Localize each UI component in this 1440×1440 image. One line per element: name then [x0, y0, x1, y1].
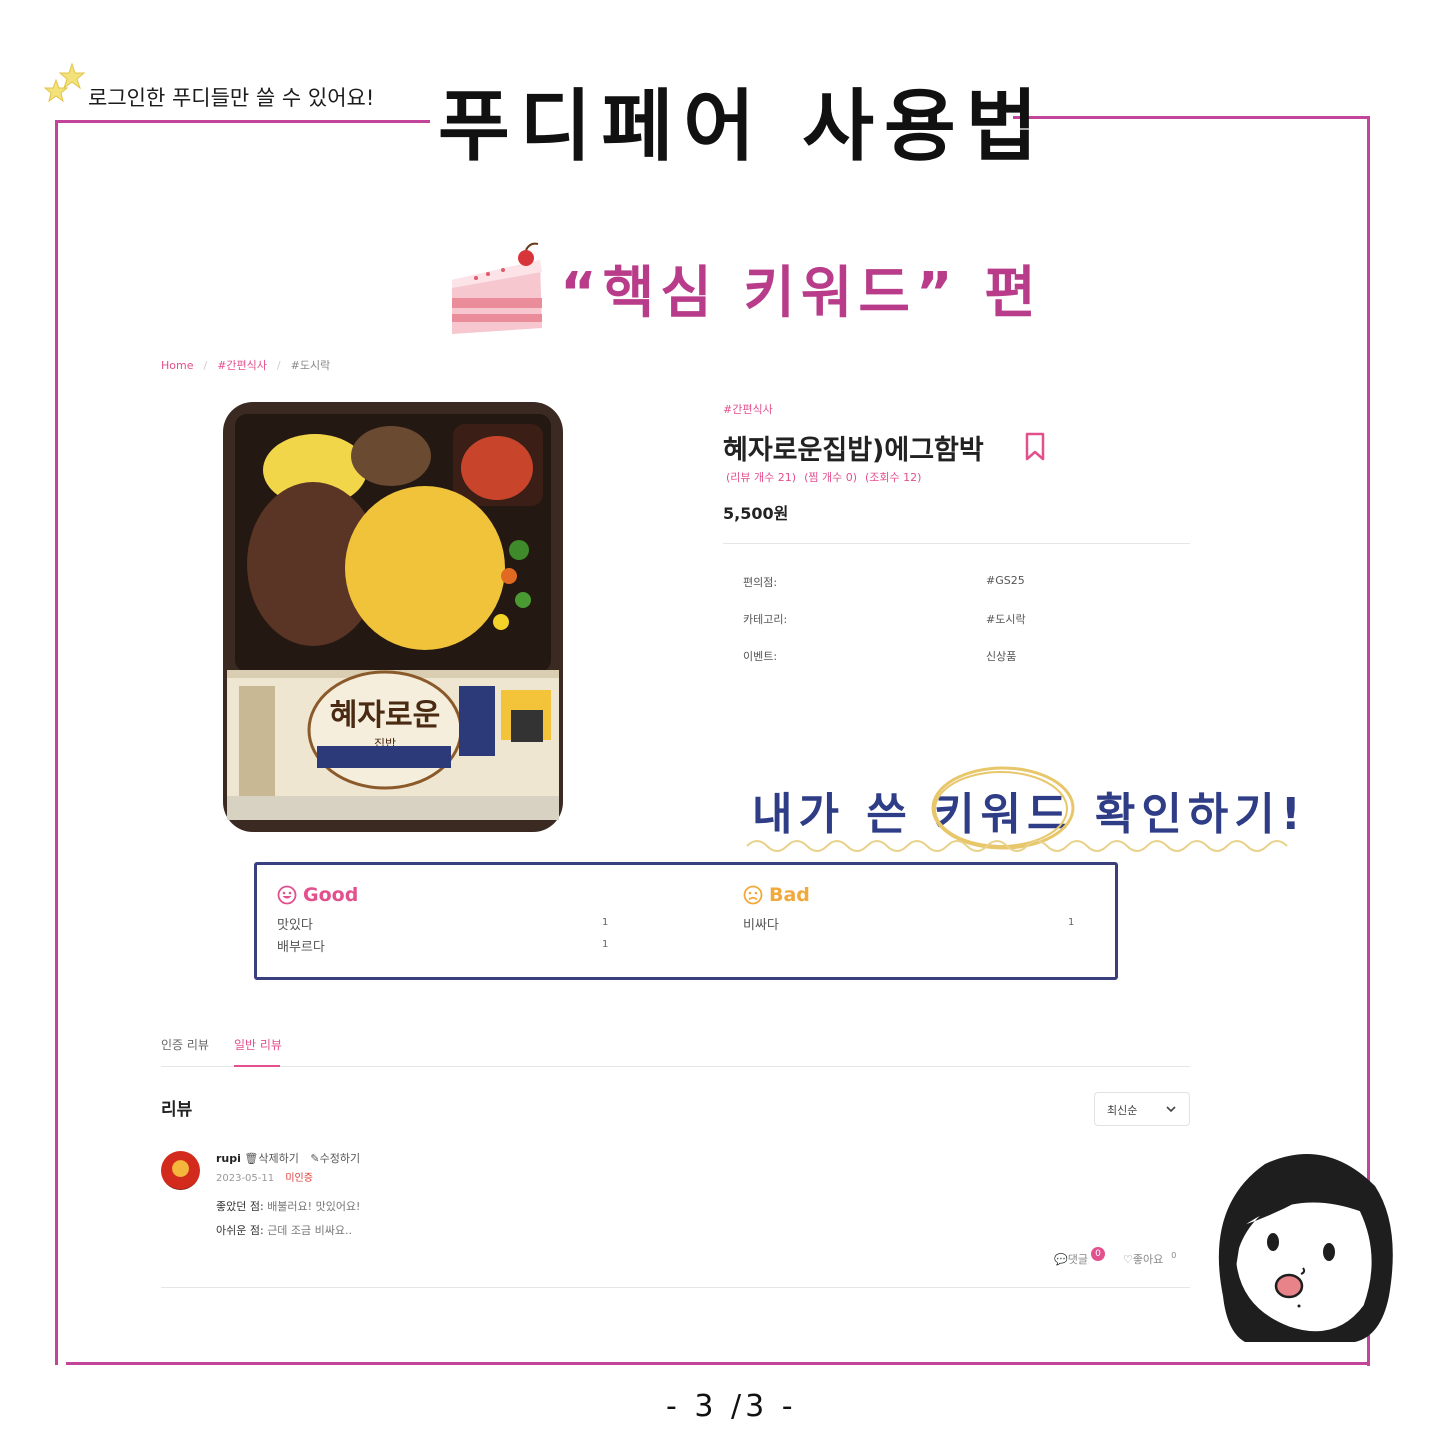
- chevron-down-icon: [1166, 1106, 1176, 1113]
- comment-label: 댓글: [1067, 1253, 1088, 1266]
- sad-icon: [743, 885, 763, 905]
- product-category-tag[interactable]: #간편식사: [723, 401, 773, 417]
- delete-button[interactable]: 삭제하기: [258, 1152, 298, 1165]
- bad-keyword: 비싸다: [743, 918, 779, 933]
- info-value-event: 신상품: [986, 650, 1017, 663]
- review-good-line: 좋았던 점: 배불러요! 맛있어요!: [216, 1198, 360, 1214]
- comment-icon: 💬: [1054, 1253, 1068, 1266]
- breadcrumb-current[interactable]: #도시락: [291, 359, 331, 372]
- review-good-text: 배불러요! 맛있어요!: [267, 1200, 361, 1213]
- review-bad-label: 아쉬운 점:: [216, 1224, 264, 1237]
- good-label: Good: [303, 884, 359, 906]
- product-image: 혜자로운 집밥: [223, 402, 563, 832]
- frame-left: [55, 120, 58, 1365]
- package-brand: 혜자로운: [330, 698, 440, 733]
- review-bad-line: 아쉬운 점: 근데 조금 비싸요..: [216, 1222, 352, 1238]
- avatar: [161, 1151, 200, 1190]
- review-date: 2023-05-11: [216, 1173, 275, 1184]
- comment-count: 0: [1090, 1247, 1105, 1261]
- breadcrumb: Home / #간편식사 / #도시락: [161, 359, 331, 372]
- good-keyword: 배부르다: [277, 940, 325, 955]
- like-label: 좋아요: [1132, 1253, 1164, 1266]
- page-number: - 3 /3 -: [666, 1389, 797, 1424]
- frame-bottom: [66, 1362, 1370, 1365]
- stars-icon: [43, 62, 86, 103]
- login-note: 로그인한 푸디들만 쓸 수 있어요!: [88, 86, 375, 110]
- info-value-store[interactable]: #GS25: [986, 574, 1025, 587]
- bad-label: Bad: [769, 884, 810, 906]
- product-title: 혜자로운집밥)에그함박: [723, 435, 984, 466]
- review-status: 미인증: [285, 1173, 313, 1184]
- review-bad-text: 근데 조금 비싸요..: [267, 1224, 353, 1237]
- review-meta: rupi 🗑삭제하기 ✎수정하기: [216, 1150, 360, 1166]
- tab-underline: [161, 1066, 1190, 1067]
- bookmark-icon[interactable]: [1024, 432, 1046, 462]
- tab-verified-reviews[interactable]: 인증 리뷰: [161, 1036, 209, 1053]
- underline-squiggle: [746, 840, 1288, 852]
- page-title: 푸디페어 사용법: [438, 82, 1048, 172]
- frame-top-right: [1013, 116, 1370, 119]
- reviews-heading: 리뷰: [161, 1100, 193, 1120]
- info-value-category[interactable]: #도시락: [986, 611, 1026, 627]
- divider: [723, 543, 1190, 544]
- edit-button[interactable]: 수정하기: [320, 1152, 360, 1165]
- sort-select-value: 최신순: [1107, 1104, 1138, 1117]
- frame-top-left: [55, 120, 430, 123]
- cake-icon: [452, 242, 542, 334]
- good-keyword: 맛있다: [277, 918, 313, 933]
- pencil-icon: ✎: [310, 1152, 320, 1165]
- review-username: rupi: [216, 1152, 241, 1165]
- info-label-event: 이벤트:: [743, 650, 778, 663]
- info-label-category: 카테고리:: [743, 613, 788, 626]
- keyword-summary-box: [254, 862, 1118, 980]
- breadcrumb-category[interactable]: #간편식사: [217, 359, 267, 372]
- breadcrumb-home[interactable]: Home: [161, 359, 193, 372]
- section-subtitle: “핵심 키워드” 편: [560, 261, 1042, 326]
- review-date-line: 2023-05-11 미인증: [216, 1169, 313, 1184]
- tab-general-reviews[interactable]: 일반 리뷰: [234, 1036, 282, 1053]
- character-illustration: [1218, 1153, 1393, 1342]
- like-button[interactable]: ♡좋아요 0: [1123, 1251, 1176, 1267]
- view-count: (조회수 12): [865, 471, 922, 484]
- smile-icon: [277, 885, 297, 905]
- good-keyword-count: 1: [602, 939, 609, 950]
- sort-select[interactable]: 최신순: [1094, 1092, 1190, 1126]
- product-price: 5,500원: [723, 504, 789, 523]
- like-count: 0: [1171, 1251, 1177, 1261]
- info-label-store: 편의점:: [743, 576, 778, 589]
- comment-button[interactable]: 💬댓글 0: [1054, 1247, 1105, 1267]
- good-keyword-count: 1: [602, 917, 609, 928]
- bad-keyword-count: 1: [1068, 917, 1075, 928]
- trash-icon: 🗑: [244, 1152, 259, 1165]
- active-tab-indicator: [234, 1065, 280, 1067]
- heart-icon: ♡: [1123, 1253, 1133, 1266]
- product-stats: (리뷰 개수 21) (찜 개수 0) (조회수 12): [726, 469, 929, 485]
- like-count: (찜 개수 0): [804, 471, 857, 484]
- review-divider: [161, 1287, 1190, 1288]
- review-good-label: 좋았던 점:: [216, 1200, 264, 1213]
- review-count: (리뷰 개수 21): [726, 471, 797, 484]
